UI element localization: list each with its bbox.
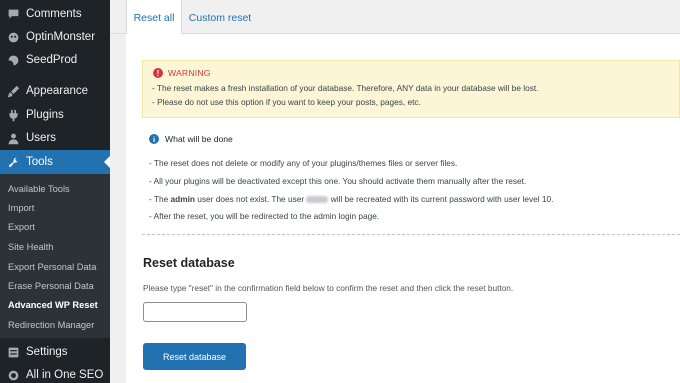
optinmonster-icon [6,30,20,44]
menu-item-label: SeedProd [26,54,78,66]
menu-item-label: Tools [26,156,53,168]
menu-item-users[interactable]: Users [0,126,110,150]
reset-confirmation-input[interactable] [143,302,247,322]
plugins-icon [6,108,20,122]
submenu-item-export-personal-data[interactable]: Export Personal Data [8,262,96,272]
settings-icon [6,345,20,359]
menu-item-appearance[interactable]: Appearance [0,79,110,103]
menu-item-label: Users [26,132,57,144]
reset-database-button[interactable]: Reset database [143,343,246,370]
menu-item-seedprod[interactable]: SeedProd [0,48,110,72]
tools-submenu: Available Tools Import Export Site Healt… [0,174,110,338]
tab-custom-reset[interactable]: Custom reset [186,0,254,35]
tab-bar: Reset all Custom reset [110,0,680,35]
menu-item-settings[interactable]: Settings [0,340,110,364]
warning-line: - Please do not use this option if you w… [152,97,421,107]
warning-icon: ! [153,68,163,78]
menu-item-tools[interactable]: Tools [0,150,110,174]
appearance-icon [6,84,20,98]
menu-item-plugins[interactable]: Plugins [0,103,110,127]
menu-item-comments[interactable]: Comments [0,2,110,26]
submenu-item-import[interactable]: Import [8,203,34,213]
reset-heading: Reset database [143,256,235,270]
info-line: - All your plugins will be deactivated e… [149,176,527,186]
main-content: Reset all Custom reset ! WARNING - The r… [110,0,680,383]
submenu-item-erase-personal-data[interactable]: Erase Personal Data [8,281,94,291]
info-line-admin: - The admin user does not exist. The use… [149,194,553,204]
info-line-segment: user does not exist. The user [194,194,307,204]
users-icon [6,131,20,145]
menu-item-label: OptinMonster [26,31,96,43]
tab-reset-all[interactable]: Reset all [126,0,182,35]
info-icon: i [149,134,159,144]
seedprod-icon [6,53,20,67]
redacted-username [306,196,329,204]
submenu-item-advanced-wp-reset[interactable]: Advanced WP Reset [8,300,98,310]
info-header: i What will be done [149,134,233,144]
submenu-item-redirection-manager[interactable]: Redirection Manager [8,320,94,330]
admin-username: admin [170,194,195,204]
warning-title: WARNING [168,68,211,78]
info-line: - After the reset, you will be redirecte… [149,211,380,221]
menu-item-all-in-one-seo[interactable]: All in One SEO [0,363,110,383]
info-line-segment: - The [149,194,171,204]
comments-icon [6,7,20,21]
warning-notice: ! WARNING - The reset makes a fresh inst… [142,60,680,118]
menu-item-label: Settings [26,346,68,358]
info-title: What will be done [165,134,233,144]
submenu-item-available-tools[interactable]: Available Tools [8,184,70,194]
submenu-item-site-health[interactable]: Site Health [8,242,53,252]
submenu-item-export[interactable]: Export [8,222,35,232]
aioseo-icon [6,368,20,382]
info-line: - The reset does not delete or modify an… [149,158,458,168]
reset-description: Please type "reset" in the confirmation … [143,283,514,293]
section-divider [142,234,680,235]
menu-item-label: Plugins [26,109,64,121]
reset-panel: ! WARNING - The reset makes a fresh inst… [126,34,680,383]
admin-sidebar: Comments OptinMonster SeedProd Appearanc… [0,0,110,383]
wrench-icon [6,155,20,169]
menu-item-label: All in One SEO [26,369,104,381]
warning-line: - The reset makes a fresh installation o… [152,83,539,93]
menu-item-label: Comments [26,8,82,20]
menu-item-optinmonster[interactable]: OptinMonster [0,25,110,49]
info-line-segment: will be recreated with its current passw… [328,194,554,204]
menu-item-label: Appearance [26,85,89,97]
